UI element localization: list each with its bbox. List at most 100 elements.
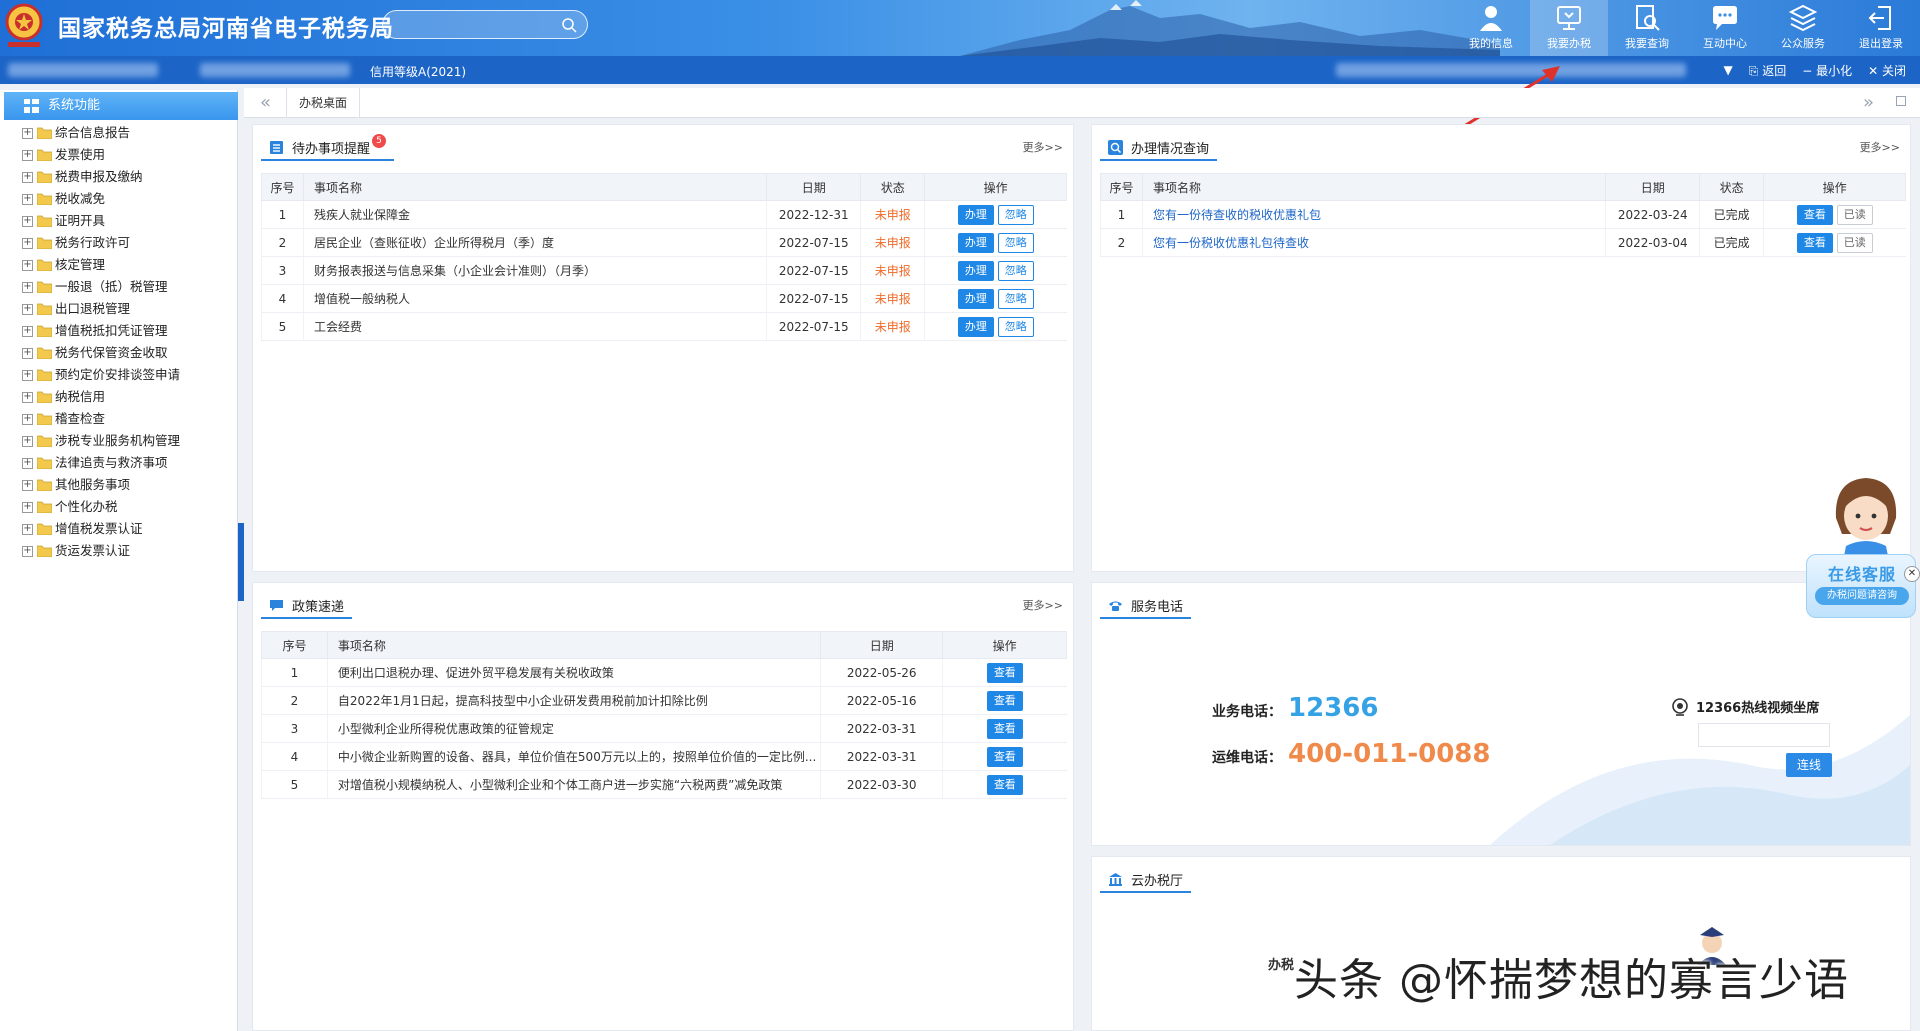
ignore-button[interactable]: 忽略 [997, 288, 1034, 309]
policy-more-link[interactable]: 更多>> [1023, 597, 1063, 613]
sidebar-item[interactable]: + 稽查检查 [22, 408, 232, 430]
expand-icon[interactable]: + [22, 237, 33, 249]
query-more-link[interactable]: 更多>> [1860, 139, 1900, 155]
expand-icon[interactable]: + [22, 325, 33, 337]
expand-icon[interactable]: + [22, 545, 33, 557]
magnifier-doc-icon [1636, 5, 1660, 31]
online-service-subtitle: 办税问题请咨询 [1815, 587, 1909, 605]
nav-interaction[interactable]: 互动中心 [1686, 0, 1764, 56]
folder-icon [37, 479, 52, 491]
monitor-icon [1557, 6, 1581, 30]
tab-tax-desktop[interactable]: 办税桌面 [286, 88, 361, 118]
expand-icon[interactable]: + [22, 435, 33, 447]
expand-icon[interactable]: + [22, 149, 33, 161]
maximize-icon[interactable] [1896, 96, 1906, 106]
expand-icon[interactable]: + [22, 347, 33, 359]
logout-icon [1868, 6, 1891, 30]
nav-do-tax[interactable]: 我要办税 [1530, 0, 1608, 56]
expand-icon[interactable]: + [22, 193, 33, 205]
sidebar-item[interactable]: + 核定管理 [22, 254, 232, 276]
sidebar-item[interactable]: + 税务行政许可 [22, 232, 232, 254]
handle-button[interactable]: 办理 [957, 316, 994, 337]
mark-read-button[interactable]: 已读 [1836, 232, 1873, 253]
sidebar-item[interactable]: + 增值税抵扣凭证管理 [22, 320, 232, 342]
sidebar-title[interactable]: 系统功能 [4, 92, 238, 120]
nav-query[interactable]: 我要查询 [1608, 0, 1686, 56]
sidebar-item[interactable]: + 税收减免 [22, 188, 232, 210]
sidebar-item[interactable]: + 证明开具 [22, 210, 232, 232]
sidebar-item[interactable]: + 税费申报及缴纳 [22, 166, 232, 188]
ignore-button[interactable]: 忽略 [997, 204, 1034, 225]
expand-icon[interactable]: + [22, 501, 33, 513]
back-button[interactable]: ⎘ 返回 [1749, 62, 1786, 79]
scroll-right-icon[interactable]: » [1863, 92, 1874, 113]
row-name: 中小微企业新购置的设备、器具，单位价值在500万元以上的，按照单位价值的一定比例… [326, 742, 821, 771]
minimize-button[interactable]: − 最小化 [1802, 62, 1852, 79]
sidebar-item[interactable]: + 货运发票认证 [22, 540, 232, 562]
view-button[interactable]: 查看 [986, 746, 1023, 767]
nav-my-info[interactable]: 我的信息 [1452, 0, 1530, 56]
todo-more-link[interactable]: 更多>> [1023, 139, 1063, 155]
online-service-widget[interactable]: 在线客服 办税问题请咨询 [1804, 474, 1920, 626]
expand-icon[interactable]: + [22, 259, 33, 271]
sidebar-item[interactable]: + 出口退税管理 [22, 298, 232, 320]
nav-logout[interactable]: 退出登录 [1842, 0, 1920, 56]
expand-icon[interactable]: + [22, 171, 33, 183]
handle-button[interactable]: 办理 [957, 288, 994, 309]
expand-icon[interactable]: + [22, 215, 33, 227]
expand-icon[interactable]: + [22, 303, 33, 315]
ignore-button[interactable]: 忽略 [997, 316, 1034, 337]
expand-icon[interactable]: + [22, 523, 33, 535]
search-input[interactable] [382, 10, 588, 39]
view-button[interactable]: 查看 [1796, 204, 1833, 225]
handle-button[interactable]: 办理 [957, 232, 994, 253]
view-button[interactable]: 查看 [1796, 232, 1833, 253]
sidebar-item[interactable]: + 税务代保管资金收取 [22, 342, 232, 364]
view-button[interactable]: 查看 [986, 690, 1023, 711]
close-button[interactable]: ✕ 关闭 [1868, 62, 1906, 79]
view-button[interactable]: 查看 [986, 774, 1023, 795]
folder-icon [37, 237, 52, 249]
sidebar-item[interactable]: + 发票使用 [22, 144, 232, 166]
sidebar-collapse-handle[interactable] [238, 523, 244, 601]
sidebar-item[interactable]: + 其他服务事项 [22, 474, 232, 496]
view-button[interactable]: 查看 [986, 718, 1023, 739]
row-name-link[interactable]: 您有一份待查收的税收优惠礼包 [1141, 200, 1606, 229]
close-widget-icon[interactable]: ✕ [1904, 566, 1920, 582]
view-button[interactable]: 查看 [986, 662, 1023, 683]
handle-button[interactable]: 办理 [957, 260, 994, 281]
sidebar-item[interactable]: + 一般退（抵）税管理 [22, 276, 232, 298]
sidebar-item[interactable]: + 个性化办税 [22, 496, 232, 518]
handle-button[interactable]: 办理 [957, 204, 994, 225]
org-dropdown-icon[interactable]: ▼ [1724, 63, 1733, 77]
sidebar-item[interactable]: + 综合信息报告 [22, 122, 232, 144]
search-icon[interactable] [561, 17, 577, 33]
expand-icon[interactable]: + [22, 391, 33, 403]
row-date: 2022-03-04 [1605, 228, 1700, 257]
ignore-button[interactable]: 忽略 [997, 232, 1034, 253]
sidebar-item[interactable]: + 增值税发票认证 [22, 518, 232, 540]
row-no: 5 [261, 770, 328, 799]
row-name-link[interactable]: 您有一份税收优惠礼包待查收 [1141, 228, 1606, 257]
scroll-left-icon[interactable]: « [260, 92, 271, 113]
folder-icon [37, 325, 52, 337]
sidebar-item[interactable]: + 预约定价安排谈签申请 [22, 364, 232, 386]
expand-icon[interactable]: + [22, 127, 33, 139]
expand-icon[interactable]: + [22, 457, 33, 469]
table-row: 1 残疾人就业保障金 2022-12-31 未申报 办理 忽略 [261, 200, 1067, 229]
nav-public-service[interactable]: 公众服务 [1764, 0, 1842, 56]
sidebar-item[interactable]: + 涉税专业服务机构管理 [22, 430, 232, 452]
connect-button[interactable]: 连线 [1786, 753, 1832, 777]
mark-read-button[interactable]: 已读 [1836, 204, 1873, 225]
expand-icon[interactable]: + [22, 479, 33, 491]
folder-icon [37, 347, 52, 359]
sidebar-item[interactable]: + 法律追责与救济事项 [22, 452, 232, 474]
expand-icon[interactable]: + [22, 281, 33, 293]
todo-title: 待办事项提醒 5 [261, 134, 395, 161]
expand-icon[interactable]: + [22, 413, 33, 425]
ignore-button[interactable]: 忽略 [997, 260, 1034, 281]
expand-icon[interactable]: + [22, 369, 33, 381]
sidebar-item[interactable]: + 纳税信用 [22, 386, 232, 408]
sidebar-item-label: 其他服务事项 [55, 477, 131, 492]
video-seat-input[interactable] [1698, 723, 1830, 747]
